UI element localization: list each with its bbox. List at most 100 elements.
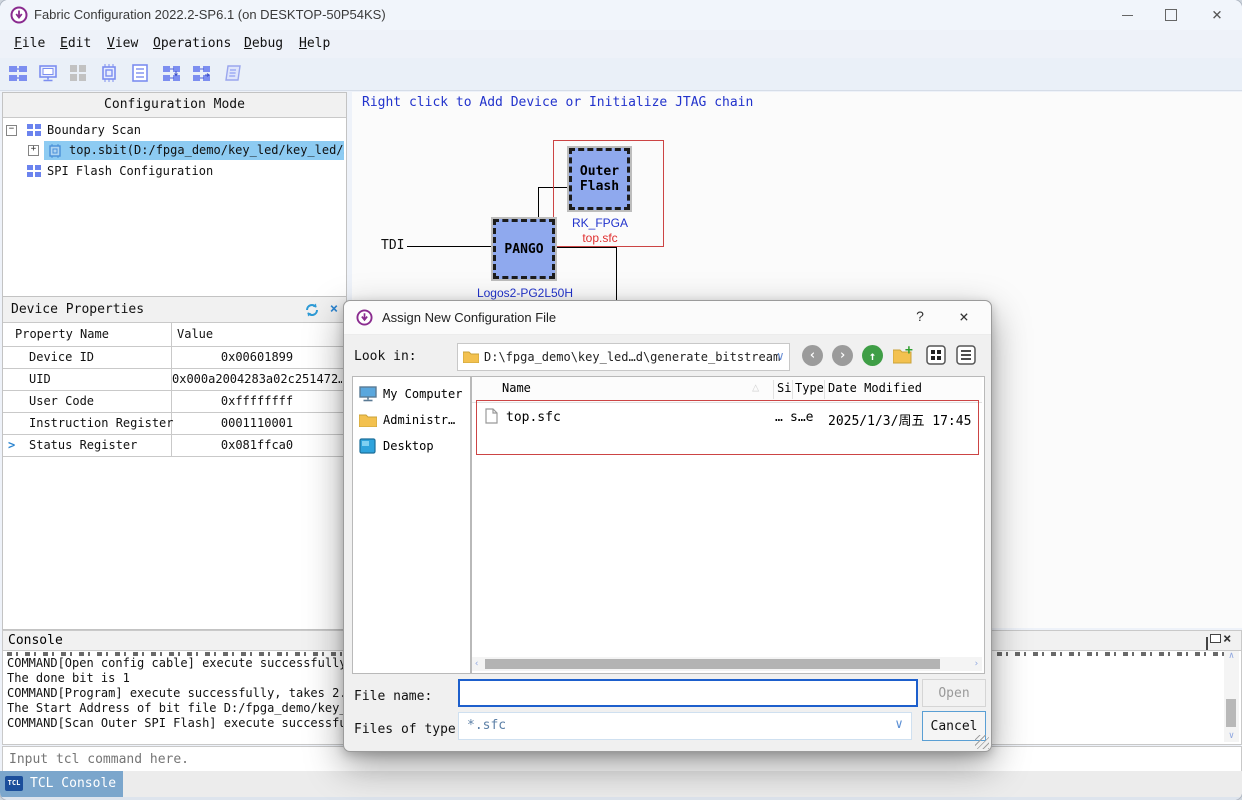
place-my-computer[interactable]: My Computer	[353, 383, 468, 407]
look-in-label: Look in:	[354, 349, 417, 364]
toolbar-device-grid-button[interactable]	[66, 61, 90, 85]
column-separator	[792, 380, 793, 399]
open-button[interactable]: Open	[922, 679, 986, 707]
hscroll-thumb[interactable]	[485, 659, 940, 669]
row-expand-icon[interactable]: >	[8, 438, 15, 452]
table-row[interactable]: User Code 0xffffffff	[3, 390, 344, 413]
toolbar-chain-program-button[interactable]	[190, 61, 214, 85]
console-close-button[interactable]: ×	[1223, 631, 1231, 647]
tree-row-boundary-scan[interactable]: − Boundary Scan	[3, 121, 344, 140]
toolbar-device-chip-button[interactable]	[97, 61, 121, 85]
close-button[interactable]: ×	[1197, 0, 1237, 30]
column-property-name: Property Name	[15, 327, 109, 341]
scroll-down-icon[interactable]: ∨	[1224, 732, 1239, 741]
collapse-expander-icon[interactable]: −	[6, 125, 17, 136]
file-name-input[interactable]	[458, 679, 918, 707]
file-type-cell: s…e	[790, 410, 813, 425]
new-folder-button[interactable]: +	[893, 345, 915, 367]
scroll-up-icon[interactable]: ∧	[1224, 652, 1239, 661]
column-date-modified[interactable]: Date Modified	[828, 381, 922, 395]
files-of-type-value: *.sfc	[467, 718, 506, 733]
place-desktop[interactable]: Desktop	[353, 435, 468, 459]
expand-expander-icon[interactable]: +	[28, 145, 39, 156]
tree-row-top-sbit[interactable]: + top.sbit(D:/fpga_demo/key_led/key_led/…	[3, 141, 344, 160]
column-type[interactable]: Type	[795, 381, 824, 395]
outer-flash-chip[interactable]: Outer Flash	[569, 148, 630, 210]
detail-view-icon	[956, 345, 976, 365]
menu-file[interactable]: File	[14, 36, 45, 51]
scroll-left-icon[interactable]: ‹	[474, 660, 479, 669]
cable-monitor-icon	[38, 63, 58, 83]
type-combo-chevron-icon[interactable]: ∨	[895, 717, 903, 732]
scroll-thumb[interactable]	[1226, 699, 1236, 727]
my-computer-icon	[359, 386, 377, 402]
file-row-top-sfc[interactable]: top.sfc … s…e 2025/1/3/周五 17:45	[478, 406, 975, 430]
toolbar-operation-log-button[interactable]	[221, 61, 245, 85]
icon-view-button[interactable]	[926, 345, 948, 367]
menu-operations[interactable]: Operations	[153, 36, 231, 51]
files-of-type-label: Files of type:	[354, 722, 464, 737]
wire-tdo-h	[556, 247, 617, 248]
file-size-cell: …	[775, 410, 783, 425]
panel-close-button[interactable]: ×	[326, 301, 342, 317]
property-name: Device ID	[29, 350, 94, 364]
dialog-app-icon	[356, 309, 373, 326]
files-of-type-combo[interactable]: *.sfc ∨	[458, 712, 912, 740]
table-row[interactable]: Instruction Register 0001110001	[3, 412, 344, 435]
table-row[interactable]: Device ID 0x00601899	[3, 346, 344, 369]
combo-chevron-icon[interactable]: ∨	[777, 349, 784, 363]
property-value: 0x081ffca0	[172, 438, 342, 452]
dialog-resize-grip[interactable]	[975, 735, 989, 749]
tcl-tab-icon: TCL	[5, 776, 23, 791]
column-separator	[773, 380, 774, 399]
pango-chip[interactable]: PANGO	[493, 219, 555, 279]
wire-tdi	[407, 246, 492, 247]
wire-tdo-v	[616, 247, 617, 303]
column-name[interactable]: Name	[502, 381, 531, 395]
scroll-right-icon[interactable]: ›	[974, 660, 979, 669]
dialog-help-button[interactable]: ?	[910, 308, 930, 324]
maximize-button[interactable]	[1151, 0, 1191, 30]
configuration-mode-title: Configuration Mode	[3, 93, 346, 118]
file-name-label: File name:	[354, 689, 432, 704]
nav-back-button[interactable]: ‹	[802, 345, 823, 366]
tdi-label: TDI	[381, 238, 404, 253]
console-title: Console	[8, 633, 63, 648]
table-row[interactable]: UID 0x000a2004283a02c251472…	[3, 368, 344, 391]
flash-file-name: top.sfc	[560, 231, 640, 245]
property-value: 0xffffffff	[172, 394, 342, 408]
folder-icon	[463, 350, 479, 363]
nav-up-button[interactable]: ↑	[862, 345, 883, 366]
pango-device-name: Logos2-PG2L50H	[455, 286, 595, 300]
dialog-title: Assign New Configuration File	[382, 310, 556, 325]
dialog-close-button[interactable]: ×	[954, 307, 974, 326]
tcl-tab-label: TCL Console	[30, 776, 116, 791]
menu-help[interactable]: Help	[299, 36, 330, 51]
places-sidebar: My Computer Administr… Desktop	[352, 376, 471, 674]
menu-edit[interactable]: Edit	[60, 36, 91, 51]
look-in-combo[interactable]: D:\fpga_demo\key_led…d\generate_bitstrea…	[457, 343, 790, 371]
file-name-cell: top.sfc	[506, 410, 561, 425]
toolbar-chain-read-button[interactable]	[160, 61, 184, 85]
nav-forward-button[interactable]: ›	[832, 345, 853, 366]
place-administrator[interactable]: Administr…	[353, 409, 468, 433]
property-value: 0001110001	[172, 416, 342, 430]
menu-debug[interactable]: Debug	[244, 36, 283, 51]
toolbar-cable-monitor-button[interactable]	[36, 61, 60, 85]
tree-label: SPI Flash Configuration	[47, 164, 213, 178]
detail-view-button[interactable]	[956, 345, 978, 367]
back-icon: ‹	[809, 348, 817, 363]
file-list-hscrollbar[interactable]: ‹ ›	[472, 657, 982, 671]
toolbar-jtag-chain-button[interactable]	[6, 61, 30, 85]
menu-view[interactable]: View	[107, 36, 138, 51]
tcl-command-input[interactable]	[7, 749, 1211, 770]
console-scrollbar[interactable]: ∧ ∨	[1224, 651, 1239, 742]
file-icon	[485, 408, 498, 424]
tree-row-spi-flash[interactable]: SPI Flash Configuration	[3, 162, 344, 181]
column-size[interactable]: Si	[777, 381, 791, 395]
toolbar-register-list-button[interactable]	[128, 61, 152, 85]
refresh-button[interactable]	[304, 302, 320, 318]
table-row[interactable]: > Status Register 0x081ffca0	[3, 434, 344, 457]
minimize-button[interactable]	[1107, 0, 1147, 30]
tab-tcl-console[interactable]: TCL TCL Console	[0, 771, 123, 797]
